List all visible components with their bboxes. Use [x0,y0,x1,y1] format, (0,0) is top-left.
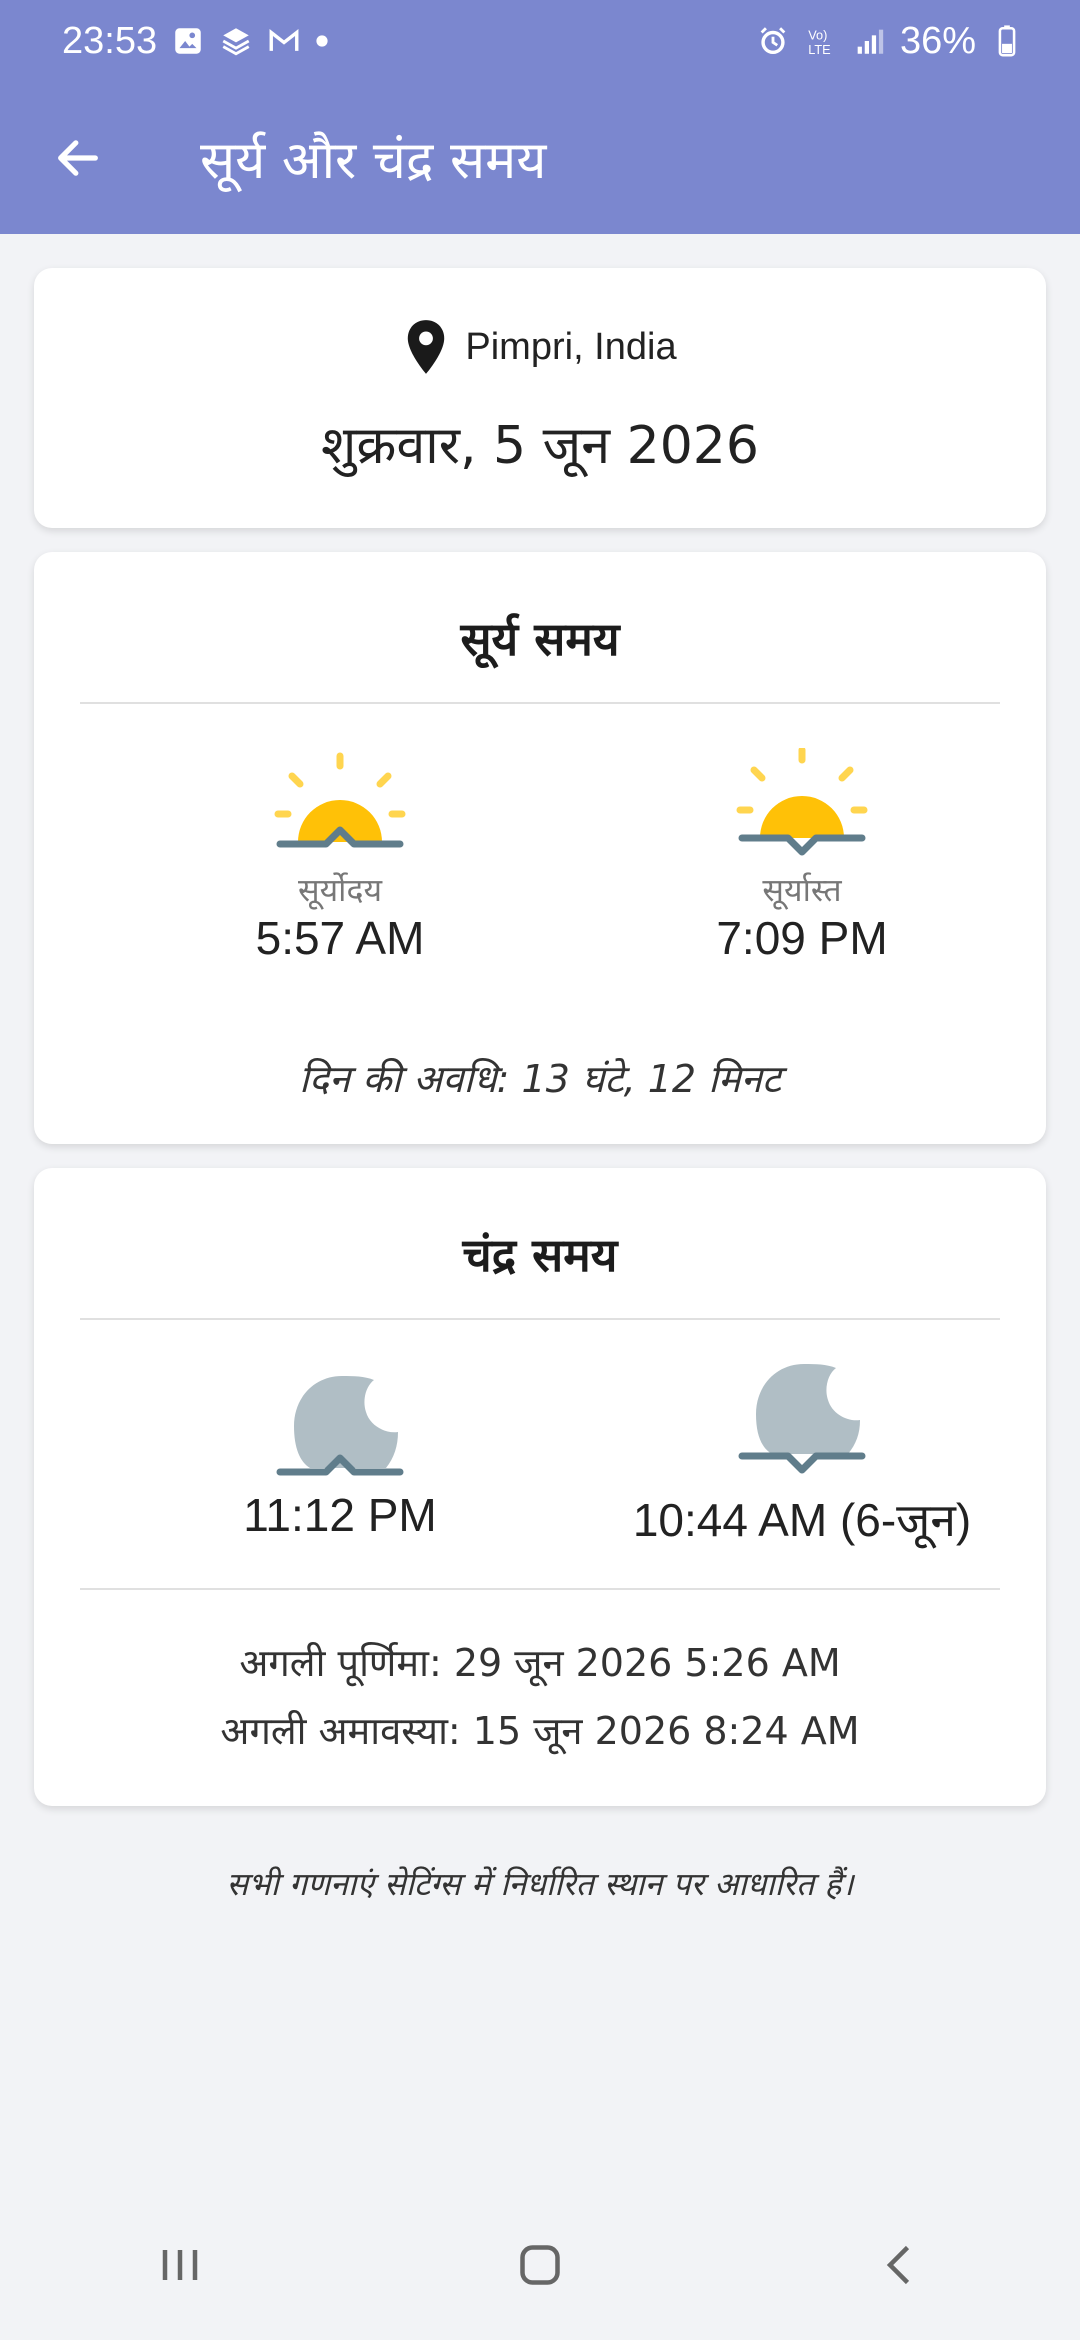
home-button[interactable] [480,2205,600,2325]
sun-times-card: सूर्य समय सूर्योदय 5:57 AM सूर्यास्त 7:0… [34,552,1046,1144]
location-card: Pimpri, India शुक्रवार, 5 जून 2026 [34,268,1046,528]
moon-times-card: चंद्र समय 11:12 PM 10:44 AM (6-जून) अगली… [34,1168,1046,1806]
recent-apps-button[interactable] [120,2205,240,2325]
sunrise-icon [274,752,406,848]
moonset-column: 10:44 AM (6-जून) [602,1356,1002,1550]
moonrise-icon [276,1376,404,1476]
back-nav-icon [886,2245,910,2285]
back-nav-button[interactable] [840,2205,960,2325]
date-label: शुक्रवार, 5 जून 2026 [321,416,759,476]
gmail-icon [269,29,299,51]
moonset-time: 10:44 AM (6-जून) [632,1494,972,1546]
volte-icon: Vo)LTE [808,28,830,57]
sunset-time: 7:09 PM [716,912,888,964]
battery-icon [998,25,1016,57]
sunset-column: सूर्यास्त 7:09 PM [602,748,1002,965]
home-icon [520,2245,560,2285]
page-title: सूर्य और चंद्र समय [200,130,547,191]
gallery-icon [175,28,201,54]
sun-section-title: सूर्य समय [460,612,620,666]
sunset-label: सूर्यास्त [762,871,842,909]
battery-percent: 36% [899,19,976,62]
divider [80,702,1000,704]
back-button[interactable] [38,118,118,198]
sunrise-label: सूर्योदय [297,871,383,909]
app-bar: सूर्य और चंद्र समय [0,82,1080,234]
divider [80,1588,1000,1590]
svg-text:LTE: LTE [808,42,830,57]
sunrise-column: सूर्योदय 5:57 AM [140,748,540,965]
status-time: 23:53 [62,19,158,62]
moon-section-title: चंद्र समय [462,1228,618,1282]
location-name: Pimpri, India [465,325,677,368]
footnote: सभी गणनाएं सेटिंग्स में निर्धारित स्थान … [226,1865,854,1903]
sunset-icon [736,748,868,856]
status-bar: 23:53 Vo) LTE 36% [0,0,1080,82]
sunrise-time: 5:57 AM [255,912,425,964]
dot-icon [316,35,328,47]
moonrise-column: 11:12 PM [140,1364,540,1542]
arrow-left-icon [58,140,98,176]
location-pin-icon [408,320,445,374]
moonset-icon [738,1364,866,1474]
next-full-moon: अगली पूर्णिमा: 29 जून 2026 5:26 AM [239,1641,841,1685]
next-new-moon: अगली अमावस्या: 15 जून 2026 8:24 AM [220,1709,860,1753]
stack-icon [222,28,250,56]
signal-icon [857,29,884,54]
moonrise-time: 11:12 PM [243,1489,437,1541]
location-row: Pimpri, India [34,318,1046,376]
alarm-icon [760,27,786,55]
day-length: दिन की अवधि: 13 घंटे, 12 मिनट [299,1057,781,1101]
svg-text:Vo): Vo) [808,28,827,43]
divider [80,1318,1000,1320]
system-nav-bar [0,2190,1080,2340]
recent-apps-icon [162,2250,198,2280]
